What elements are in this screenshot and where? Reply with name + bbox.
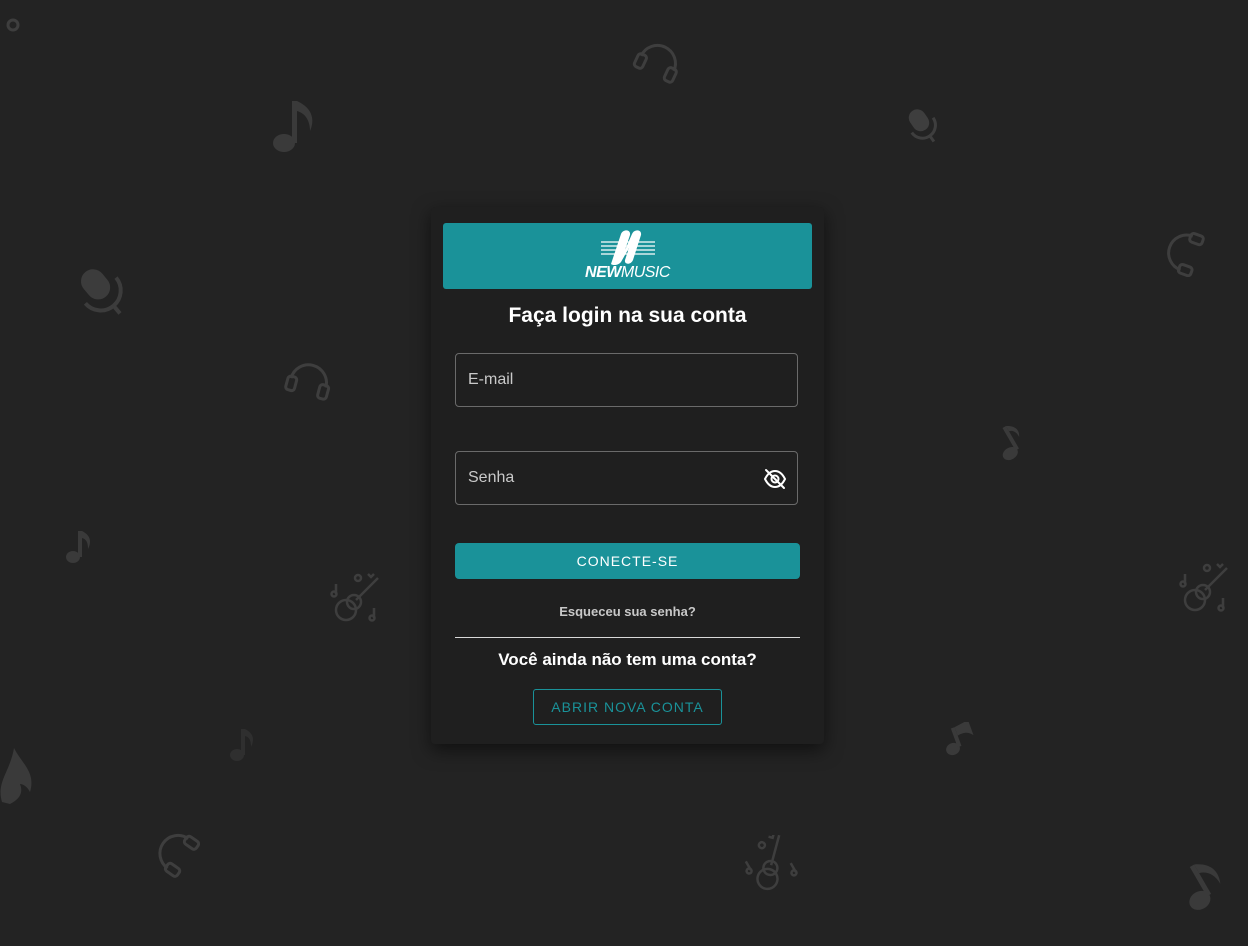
forgot-password-link[interactable]: Esqueceu sua senha? bbox=[431, 604, 824, 619]
music-note-icon bbox=[62, 525, 96, 567]
no-account-text: Você ainda não tem uma conta? bbox=[498, 650, 757, 669]
login-card: NEWMUSIC Faça login na sua conta CONECTE… bbox=[431, 207, 824, 744]
microphone-icon bbox=[902, 105, 944, 147]
email-field[interactable] bbox=[456, 354, 797, 406]
brand-banner: NEWMUSIC bbox=[443, 223, 812, 289]
eighth-note-icon bbox=[1176, 855, 1236, 911]
eye-off-icon[interactable] bbox=[763, 468, 787, 490]
logo-icon bbox=[601, 230, 655, 266]
divider bbox=[455, 637, 800, 638]
headphones-icon bbox=[283, 350, 337, 404]
eighth-note-icon bbox=[990, 420, 1030, 462]
headphones-icon bbox=[145, 822, 201, 878]
password-field-wrapper bbox=[455, 451, 798, 505]
brand-name-bold: NEW bbox=[585, 264, 621, 281]
email-field-wrapper bbox=[455, 353, 798, 407]
page-title: Faça login na sua conta bbox=[508, 304, 747, 327]
music-note-icon bbox=[225, 725, 255, 765]
headphones-icon bbox=[632, 30, 688, 86]
guitar-icon bbox=[742, 835, 800, 891]
eighth-note-icon bbox=[940, 722, 980, 756]
guitar-icon bbox=[1177, 560, 1235, 616]
brand-name: NEWMUSIC bbox=[443, 264, 812, 282]
headphones-icon bbox=[1155, 225, 1207, 277]
music-note-icon bbox=[0, 742, 36, 806]
guitar-icon bbox=[328, 570, 386, 626]
record-icon bbox=[6, 18, 20, 32]
brand-name-light: MUSIC bbox=[620, 264, 671, 281]
music-note-icon bbox=[270, 95, 320, 157]
password-field[interactable] bbox=[456, 452, 797, 504]
login-submit-button[interactable]: CONECTE-SE bbox=[455, 543, 800, 579]
microphone-icon bbox=[70, 262, 134, 322]
signup-button[interactable]: ABRIR NOVA CONTA bbox=[533, 689, 722, 725]
